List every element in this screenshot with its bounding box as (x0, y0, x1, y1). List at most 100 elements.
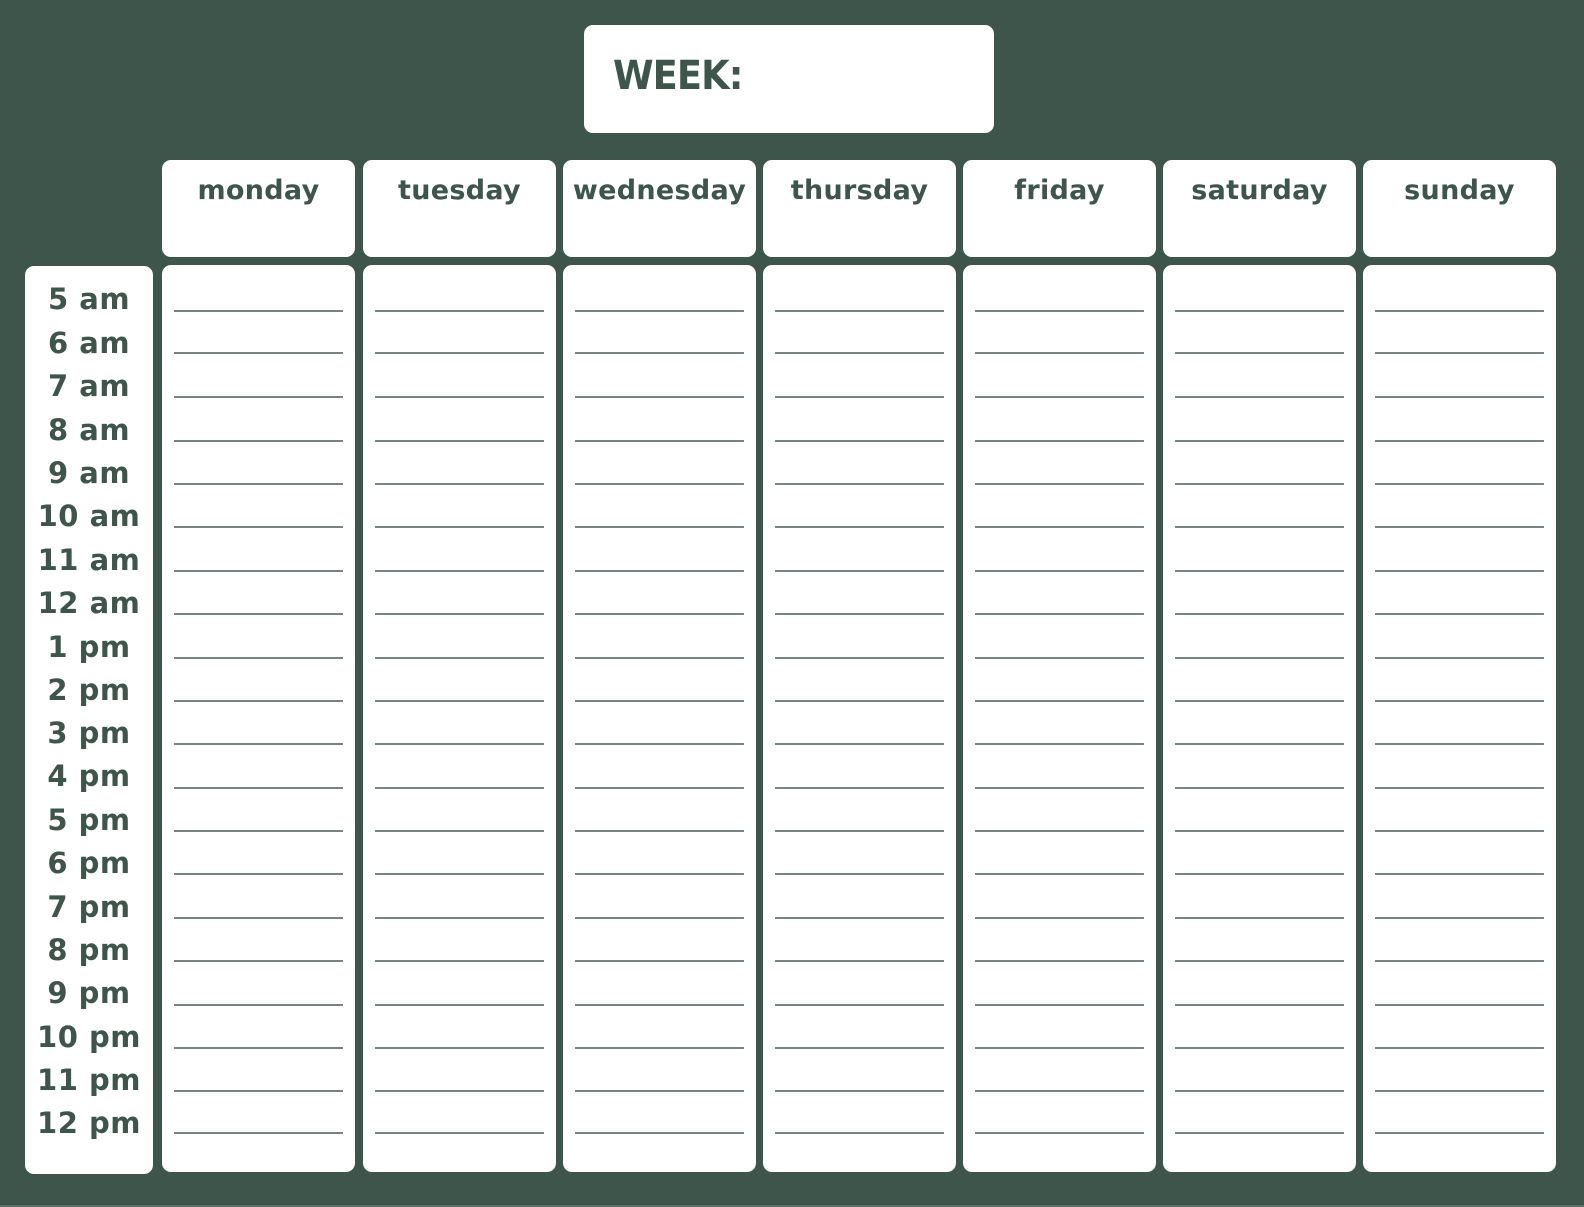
time-slot-line[interactable] (775, 352, 944, 354)
time-slot-line[interactable] (1375, 526, 1544, 528)
time-slot-line[interactable] (1375, 657, 1544, 659)
week-field[interactable]: WEEK: (584, 25, 994, 133)
time-slot-line[interactable] (375, 570, 544, 572)
time-slot-line[interactable] (375, 917, 544, 919)
time-slot-line[interactable] (1175, 613, 1344, 615)
time-slot-line[interactable] (575, 1047, 744, 1049)
time-slot-line[interactable] (1375, 787, 1544, 789)
time-slot-line[interactable] (575, 917, 744, 919)
time-slot-line[interactable] (375, 1132, 544, 1134)
time-slot-line[interactable] (1375, 352, 1544, 354)
time-slot-line[interactable] (375, 440, 544, 442)
time-slot-line[interactable] (775, 657, 944, 659)
time-slot-line[interactable] (575, 440, 744, 442)
time-slot-line[interactable] (975, 1047, 1144, 1049)
time-slot-line[interactable] (975, 613, 1144, 615)
time-slot-line[interactable] (1175, 440, 1344, 442)
time-slot-line[interactable] (975, 310, 1144, 312)
time-slot-line[interactable] (975, 873, 1144, 875)
time-slot-line[interactable] (975, 396, 1144, 398)
time-slot-line[interactable] (975, 440, 1144, 442)
time-slot-line[interactable] (174, 440, 343, 442)
time-slot-line[interactable] (174, 787, 343, 789)
time-slot-line[interactable] (975, 1132, 1144, 1134)
time-slot-line[interactable] (174, 396, 343, 398)
time-slot-line[interactable] (1175, 352, 1344, 354)
time-slot-line[interactable] (975, 700, 1144, 702)
time-slot-line[interactable] (375, 1004, 544, 1006)
time-slot-line[interactable] (975, 960, 1144, 962)
time-slot-line[interactable] (1375, 960, 1544, 962)
time-slot-line[interactable] (1175, 396, 1344, 398)
time-slot-line[interactable] (975, 570, 1144, 572)
time-slot-line[interactable] (775, 1090, 944, 1092)
time-slot-line[interactable] (575, 526, 744, 528)
time-slot-line[interactable] (1375, 483, 1544, 485)
time-slot-line[interactable] (174, 1004, 343, 1006)
time-slot-line[interactable] (775, 440, 944, 442)
time-slot-line[interactable] (775, 1132, 944, 1134)
time-slot-line[interactable] (1375, 310, 1544, 312)
time-slot-line[interactable] (975, 657, 1144, 659)
time-slot-line[interactable] (575, 570, 744, 572)
time-slot-line[interactable] (1175, 873, 1344, 875)
time-slot-line[interactable] (775, 1004, 944, 1006)
time-slot-line[interactable] (375, 830, 544, 832)
time-slot-line[interactable] (575, 483, 744, 485)
time-slot-line[interactable] (1175, 1132, 1344, 1134)
time-slot-line[interactable] (174, 917, 343, 919)
time-slot-line[interactable] (975, 526, 1144, 528)
time-slot-line[interactable] (775, 830, 944, 832)
time-slot-line[interactable] (575, 743, 744, 745)
time-slot-line[interactable] (775, 787, 944, 789)
time-slot-line[interactable] (775, 483, 944, 485)
time-slot-line[interactable] (1175, 310, 1344, 312)
time-slot-line[interactable] (1375, 613, 1544, 615)
time-slot-line[interactable] (575, 873, 744, 875)
time-slot-line[interactable] (975, 1090, 1144, 1092)
time-slot-line[interactable] (1175, 526, 1344, 528)
time-slot-line[interactable] (375, 310, 544, 312)
time-slot-line[interactable] (775, 526, 944, 528)
time-slot-line[interactable] (575, 1132, 744, 1134)
time-slot-line[interactable] (174, 352, 343, 354)
time-slot-line[interactable] (375, 613, 544, 615)
time-slot-line[interactable] (1175, 743, 1344, 745)
time-slot-line[interactable] (1375, 1132, 1544, 1134)
time-slot-line[interactable] (174, 483, 343, 485)
time-slot-line[interactable] (1375, 917, 1544, 919)
time-slot-line[interactable] (174, 700, 343, 702)
time-slot-line[interactable] (1375, 700, 1544, 702)
time-slot-line[interactable] (775, 570, 944, 572)
time-slot-line[interactable] (375, 352, 544, 354)
time-slot-line[interactable] (1175, 1090, 1344, 1092)
time-slot-line[interactable] (975, 483, 1144, 485)
time-slot-line[interactable] (775, 873, 944, 875)
time-slot-line[interactable] (1375, 1047, 1544, 1049)
time-slot-line[interactable] (375, 873, 544, 875)
time-slot-line[interactable] (1175, 1004, 1344, 1006)
time-slot-line[interactable] (575, 310, 744, 312)
time-slot-line[interactable] (375, 960, 544, 962)
time-slot-line[interactable] (775, 960, 944, 962)
time-slot-line[interactable] (375, 396, 544, 398)
time-slot-line[interactable] (775, 613, 944, 615)
time-slot-line[interactable] (775, 917, 944, 919)
time-slot-line[interactable] (1175, 787, 1344, 789)
time-slot-line[interactable] (575, 396, 744, 398)
time-slot-line[interactable] (1375, 1004, 1544, 1006)
time-slot-line[interactable] (975, 787, 1144, 789)
time-slot-line[interactable] (975, 352, 1144, 354)
time-slot-line[interactable] (575, 613, 744, 615)
time-slot-line[interactable] (174, 310, 343, 312)
time-slot-line[interactable] (174, 657, 343, 659)
time-slot-line[interactable] (1375, 830, 1544, 832)
time-slot-line[interactable] (575, 960, 744, 962)
time-slot-line[interactable] (375, 657, 544, 659)
time-slot-line[interactable] (1375, 396, 1544, 398)
time-slot-line[interactable] (1175, 830, 1344, 832)
time-slot-line[interactable] (975, 830, 1144, 832)
time-slot-line[interactable] (375, 1047, 544, 1049)
time-slot-line[interactable] (575, 352, 744, 354)
time-slot-line[interactable] (1175, 700, 1344, 702)
